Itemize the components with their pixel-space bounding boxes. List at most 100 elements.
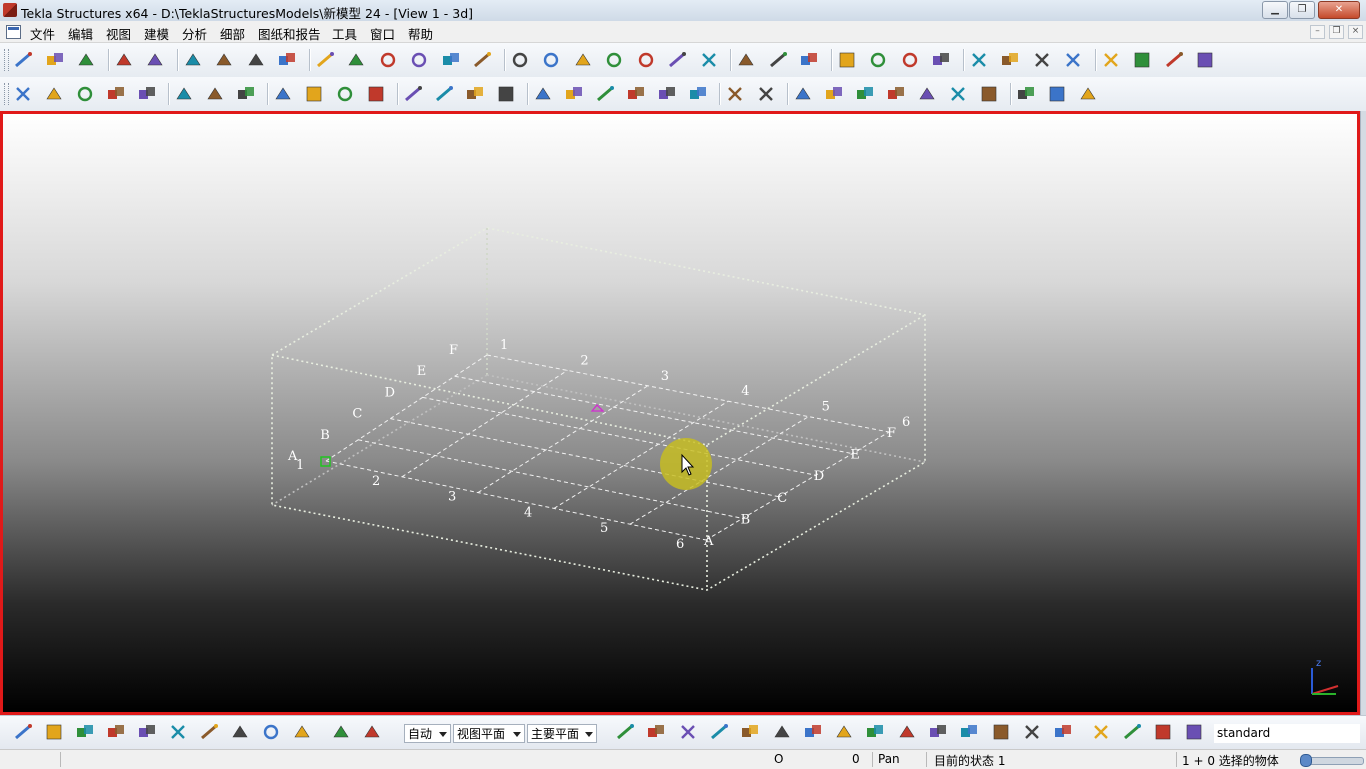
menu-detailing[interactable]: 细部 [220,24,245,43]
view-document-icon[interactable] [6,25,21,39]
strip-icon[interactable] [885,84,907,104]
select-plane-dropdown[interactable]: 视图平面 [453,724,525,743]
menu-drawings-reports[interactable]: 图纸和报告 [258,24,321,43]
restore-button[interactable]: ❐ [1289,1,1315,19]
select-depth-dropdown[interactable]: 自动 [404,724,451,743]
toolbox-icon[interactable] [1194,50,1216,70]
select-detail-icon[interactable] [990,722,1012,742]
marker-icon[interactable] [968,50,990,70]
dimension-icon[interactable] [867,50,889,70]
angle-measure-icon[interactable] [836,50,858,70]
grid-line-number[interactable] [477,385,649,494]
view-plane-icon[interactable] [330,722,352,742]
parallel-lines-icon[interactable] [594,84,616,104]
select-assembly-down-icon[interactable] [1121,722,1143,742]
analysis-icon[interactable] [1163,50,1185,70]
folded-plate-icon[interactable] [947,84,969,104]
menu-edit[interactable]: 编辑 [68,24,93,43]
snap-free-icon[interactable] [260,722,282,742]
beam-icon[interactable] [43,84,65,104]
menu-tools[interactable]: 工具 [332,24,357,43]
snap-midpoint-icon[interactable] [43,722,65,742]
mesh-icon[interactable] [1077,84,1099,104]
grid-line-number[interactable] [705,431,890,541]
model-canvas[interactable]: 123456123456ABCDEFABCDEF z [3,114,1357,712]
polygon-cut-icon[interactable] [464,84,486,104]
close-button[interactable]: ✕ [1318,1,1360,19]
grid-pin-icon[interactable] [767,50,789,70]
part-box-icon[interactable] [471,50,493,70]
save-icon[interactable] [75,50,97,70]
circle-point-icon[interactable] [755,84,777,104]
snap-end-icon[interactable] [12,722,34,742]
assembly-add-icon[interactable] [698,50,720,70]
help-query-icon[interactable] [735,50,757,70]
new-file-icon[interactable] [12,50,34,70]
menu-help[interactable]: 帮助 [408,24,433,43]
zoom-slider-track[interactable] [1304,757,1364,765]
list-edit-icon[interactable] [377,50,399,70]
grid-corner-icon[interactable] [798,50,820,70]
select-area-icon[interactable] [440,50,462,70]
view-props-icon[interactable] [345,50,367,70]
snap-check-icon[interactable] [229,722,251,742]
select-pointer-icon[interactable] [614,722,636,742]
structure-icon[interactable] [334,84,356,104]
dotted-line-icon[interactable] [563,84,585,104]
snap-center-icon[interactable] [74,722,96,742]
part-cut-icon[interactable] [433,84,455,104]
arc-icon[interactable] [899,50,921,70]
report-icon[interactable] [1031,50,1053,70]
select-object-group-icon[interactable] [1183,722,1205,742]
binoculars-icon[interactable] [272,84,294,104]
grid-line-number[interactable] [325,354,488,462]
render-icon[interactable] [1100,50,1122,70]
line-icon[interactable] [532,84,554,104]
snap-intersection-icon[interactable] [105,722,127,742]
select-main-dropdown[interactable]: 主要平面 [527,724,597,743]
mdi-minimize-button[interactable]: – [1310,25,1325,39]
curved-beam-icon[interactable] [105,84,127,104]
mdi-close-button[interactable]: × [1348,25,1363,39]
select-point-icon[interactable] [677,722,699,742]
redo-icon[interactable] [144,50,166,70]
model-view-3d[interactable]: 123456123456ABCDEFABCDEF z [0,111,1360,715]
weld-icon[interactable] [204,84,226,104]
select-assembly-up-icon[interactable] [1090,722,1112,742]
select-part-icon[interactable] [645,722,667,742]
steel-profile-icon[interactable] [303,84,325,104]
panel-icon[interactable] [823,84,845,104]
clip-icon[interactable] [572,50,594,70]
snap-arrow-icon[interactable] [291,722,313,742]
dashed-icon[interactable] [724,84,746,104]
toolbar-grip[interactable] [4,83,9,105]
grid-line-letter[interactable] [422,396,816,476]
grid-line-number[interactable] [629,416,809,525]
assembly-icon[interactable] [666,50,688,70]
menu-window[interactable]: 窗口 [370,24,395,43]
part-move-icon[interactable] [540,50,562,70]
snap-delete-icon[interactable] [136,722,158,742]
bent-beam-icon[interactable] [74,84,96,104]
select-plane-icon[interactable] [1021,722,1043,742]
select-view-icon[interactable] [864,722,886,742]
angle-lines-icon[interactable] [625,84,647,104]
rebar-icon[interactable] [235,84,257,104]
work-plane-icon[interactable] [361,722,383,742]
plate-icon[interactable] [136,84,158,104]
grid-line-letter[interactable] [325,460,707,541]
select-surface-icon[interactable] [708,722,730,742]
select-bolt-icon[interactable] [927,722,949,742]
cut-icon[interactable] [408,50,430,70]
menu-modeling[interactable]: 建模 [144,24,169,43]
undo-icon[interactable] [113,50,135,70]
component-icon[interactable] [603,50,625,70]
select-grid-icon[interactable] [739,722,761,742]
bolt-icon[interactable] [173,84,195,104]
cross-icon[interactable] [656,84,678,104]
part-copy-icon[interactable] [509,50,531,70]
bent-plate-icon[interactable] [916,84,938,104]
menu-file[interactable]: 文件 [30,24,55,43]
menu-view[interactable]: 视图 [106,24,131,43]
column-icon[interactable] [12,84,34,104]
